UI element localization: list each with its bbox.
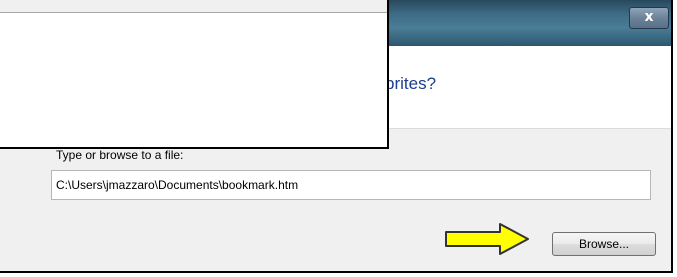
close-icon: x bbox=[644, 9, 654, 25]
overlapping-window-toolbar bbox=[0, 0, 387, 13]
close-button[interactable]: x bbox=[629, 7, 669, 29]
file-path-input[interactable] bbox=[51, 170, 651, 200]
overlapping-window bbox=[0, 0, 389, 149]
file-field-label: Type or browse to a file: bbox=[56, 148, 184, 162]
dialog-body: Type or browse to a file: Browse... bbox=[0, 129, 671, 271]
right-arrow-icon bbox=[445, 223, 529, 255]
dialog-heading: prites? bbox=[385, 74, 437, 93]
browse-button[interactable]: Browse... bbox=[552, 232, 656, 256]
